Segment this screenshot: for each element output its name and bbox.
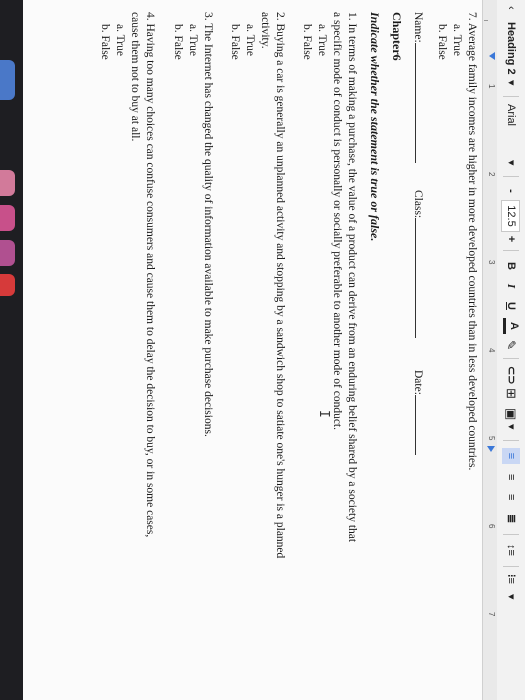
align-left-icon[interactable]: ≡	[502, 448, 520, 464]
align-center-icon[interactable]: ≡	[502, 474, 520, 480]
divider	[503, 566, 519, 567]
ruler-number: 2	[487, 172, 496, 177]
name-field: Name:	[412, 12, 426, 163]
q2-option-false: b. False	[229, 24, 241, 60]
q3-option-true: a. True	[187, 24, 199, 56]
taskbar-app-icon	[0, 274, 15, 296]
increase-font-size-button[interactable]: +	[501, 232, 521, 246]
bold-button[interactable]: B	[501, 258, 521, 274]
align-right-icon[interactable]: ≡	[502, 494, 520, 500]
ruler-number: 7	[487, 612, 496, 617]
font-select[interactable]: Arial	[502, 104, 520, 126]
chapter-heading: Chapter6	[390, 12, 404, 61]
text-cursor-icon: I	[316, 410, 331, 418]
paragraph-style-select[interactable]: Heading 2	[502, 22, 520, 75]
class-field: Class:	[412, 190, 426, 339]
class-blank	[415, 218, 426, 339]
ruler-tick	[484, 20, 488, 21]
horizontal-ruler: 1 2 3 4 5 6 7	[482, 0, 497, 700]
divider	[503, 440, 519, 441]
class-label: Class:	[412, 190, 424, 219]
divider	[503, 250, 519, 251]
line-spacing-icon[interactable]: ↕≡	[502, 544, 520, 556]
taskbar-app-icon	[0, 205, 15, 231]
taskbar-app-icon	[0, 240, 15, 266]
indent-marker-icon[interactable]	[489, 52, 495, 60]
divider	[503, 358, 519, 359]
q1-option-true: a. True	[316, 24, 328, 56]
q3-option-false: b. False	[172, 24, 184, 60]
date-label: Date:	[412, 370, 424, 395]
justify-icon[interactable]: ≣	[502, 514, 520, 523]
document-page[interactable]: 7. Average family incomes are higher in …	[0, 0, 482, 700]
q2-option-true: a. True	[244, 24, 256, 56]
ruler-number: 5	[487, 436, 496, 441]
bullet-list-icon[interactable]: ⁝≡	[502, 574, 520, 584]
name-blank	[415, 42, 426, 163]
decrease-font-size-button[interactable]: -	[501, 184, 521, 198]
divider	[503, 176, 519, 177]
highlighter-icon[interactable]: ✎	[502, 340, 520, 350]
ruler-number: 3	[487, 260, 496, 265]
list-dropdown-icon[interactable]: ▾	[502, 594, 520, 600]
italic-button[interactable]: I	[501, 278, 521, 294]
font-dropdown-icon[interactable]: ▾	[502, 160, 520, 166]
question-4-line-2: cause them not to buy at all.	[129, 12, 141, 142]
q7-option-false: b. False	[436, 24, 448, 60]
q4-option-false: b. False	[99, 24, 111, 60]
question-1-line-2: a specific mode of conduct is personally…	[331, 12, 343, 431]
style-dropdown-icon[interactable]: ▾	[502, 80, 520, 86]
date-blank	[415, 394, 426, 455]
date-field: Date:	[412, 370, 426, 455]
ruler-number: 6	[487, 524, 496, 529]
link-icon[interactable]: ⊂⊃	[502, 366, 520, 384]
image-icon[interactable]: ⊞	[502, 388, 520, 399]
comment-icon[interactable]: ▣	[502, 408, 520, 420]
question-4-line-1: 4. Having too many choices can confuse c…	[144, 12, 156, 538]
instructions: Indicate whether the statement is true o…	[368, 12, 382, 242]
name-label: Name:	[412, 12, 424, 43]
question-7: 7. Average family incomes are higher in …	[466, 12, 478, 471]
formatting-toolbar: ‹ Heading 2 ▾ Arial ▾ - 12.5 + B I U A ✎…	[496, 0, 525, 700]
q7-option-true: a. True	[451, 24, 463, 56]
rotated-screen: ‹ Heading 2 ▾ Arial ▾ - 12.5 + B I U A ✎…	[0, 0, 525, 700]
divider	[503, 534, 519, 535]
question-2-line-1: 2. Buying a car is generally an unplanne…	[274, 12, 286, 559]
font-size-input[interactable]: 12.5	[501, 200, 520, 232]
question-3: 3. The Internet has changed the quality …	[202, 12, 214, 437]
q1-option-false: b. False	[301, 24, 313, 60]
tab-stop-icon[interactable]	[487, 446, 495, 452]
taskbar-app-icon	[0, 170, 15, 196]
insert-dropdown-icon[interactable]: ▾	[502, 424, 520, 430]
ruler-number: 1	[487, 84, 496, 89]
q4-option-true: a. True	[114, 24, 126, 56]
question-1-line-1: 1. In terms of making a purchase, the va…	[346, 12, 358, 543]
menu-chevron-icon[interactable]: ‹	[502, 6, 520, 10]
divider	[503, 96, 519, 97]
text-color-button[interactable]: A	[503, 318, 521, 334]
underline-button[interactable]: U	[501, 298, 521, 314]
screen-bezel	[0, 0, 23, 700]
question-2-line-2: activity.	[259, 12, 271, 49]
taskbar-app-icon	[0, 60, 15, 100]
ruler-number: 4	[487, 348, 496, 353]
